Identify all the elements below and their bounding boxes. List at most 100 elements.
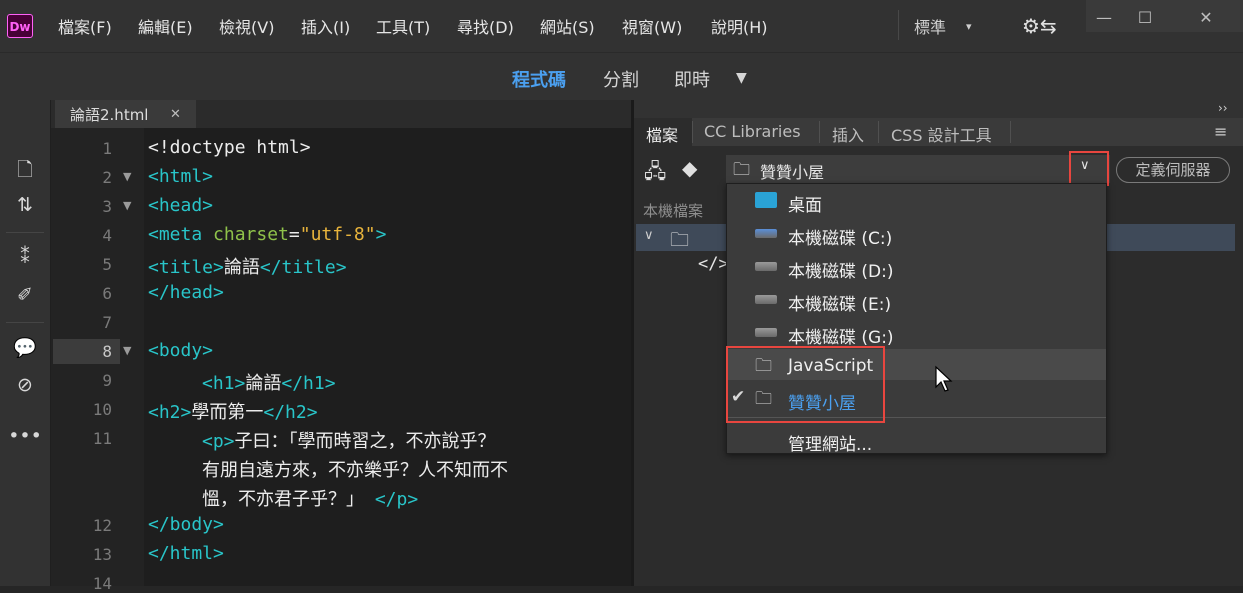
minimize-icon[interactable]: — bbox=[1090, 8, 1118, 28]
code-text: 論語 bbox=[223, 257, 260, 278]
code-string: "utf-8" bbox=[299, 224, 376, 245]
code-line: 慍，不亦君子乎？」 </p> bbox=[202, 485, 418, 511]
menu-file[interactable]: 檔案(F) bbox=[58, 14, 112, 38]
code-tag: </title> bbox=[259, 257, 347, 278]
dropdown-item-drive-g[interactable]: 本機磁碟 (G:) bbox=[788, 323, 894, 348]
dropdown-item-drive-d[interactable]: 本機磁碟 (D:) bbox=[788, 257, 894, 282]
folder-icon: 🗀 bbox=[733, 160, 750, 180]
fold-arrow-icon[interactable]: ▼ bbox=[123, 344, 131, 357]
line-number: 7 bbox=[102, 313, 112, 332]
tab-divider bbox=[878, 121, 879, 143]
local-files-header[interactable]: 本機檔案 bbox=[643, 200, 703, 221]
manage-sites-item[interactable]: 管理網站... bbox=[788, 430, 872, 455]
menu-site[interactable]: 網站(S) bbox=[540, 14, 595, 38]
code-line: <!doctype html> bbox=[148, 137, 311, 158]
line-number: 4 bbox=[102, 226, 112, 245]
menu-find[interactable]: 尋找(D) bbox=[457, 14, 514, 38]
code-text: 慍，不亦君子乎？」 bbox=[202, 489, 364, 510]
panel-menu-icon[interactable]: ≡ bbox=[1214, 122, 1227, 141]
code-text: 學而第一 bbox=[191, 402, 264, 423]
caret-down-icon[interactable]: ▾ bbox=[966, 20, 972, 33]
code-tag: <title> bbox=[148, 257, 224, 278]
remove-comment-icon[interactable]: ⊘ bbox=[0, 374, 50, 396]
code-text: 子曰：「學而時習之，不亦說乎？ bbox=[234, 431, 496, 452]
line-number: 12 bbox=[92, 516, 112, 535]
line-number: 2 bbox=[102, 168, 112, 187]
server-icon[interactable]: 🖧 bbox=[644, 157, 666, 191]
tab-divider bbox=[1010, 121, 1011, 143]
code-line: <head> bbox=[148, 195, 214, 216]
more-icon[interactable]: ••• bbox=[0, 425, 50, 447]
panel-header bbox=[634, 100, 1243, 118]
code-attribute: charset bbox=[213, 224, 289, 245]
code-line: 有朋自遠方來，不亦樂乎？人不知而不 bbox=[202, 460, 508, 481]
menu-window[interactable]: 視窗(W) bbox=[622, 14, 682, 38]
sort-icon[interactable]: ⇅ bbox=[0, 194, 50, 216]
tab-divider bbox=[819, 121, 820, 143]
tab-cc-libraries[interactable]: CC Libraries bbox=[704, 122, 801, 141]
code-tag: > bbox=[375, 224, 387, 245]
tab-divider bbox=[692, 121, 693, 143]
dreamweaver-logo: Dw bbox=[7, 14, 33, 38]
drive-icon bbox=[755, 295, 777, 304]
mouse-cursor-icon bbox=[935, 365, 953, 392]
tab-insert[interactable]: 插入 bbox=[832, 122, 864, 146]
toolbar-divider bbox=[6, 322, 44, 323]
menu-edit[interactable]: 編輯(E) bbox=[138, 14, 193, 38]
menu-tools[interactable]: 工具(T) bbox=[376, 14, 430, 38]
line-number: 10 bbox=[92, 400, 112, 419]
code-line: </html> bbox=[148, 543, 224, 564]
code-line: <title>論語</title> bbox=[148, 253, 347, 279]
code-line: <html> bbox=[148, 166, 214, 187]
view-live-button[interactable]: 即時 bbox=[674, 66, 710, 92]
view-split-button[interactable]: 分割 bbox=[603, 66, 639, 92]
code-tag: <p> bbox=[202, 431, 235, 452]
line-number: 11 bbox=[92, 429, 112, 448]
new-file-icon[interactable]: 🗋 bbox=[0, 156, 50, 188]
code-equals: = bbox=[288, 224, 300, 245]
collapse-panel-icon[interactable]: ›› bbox=[1218, 101, 1228, 115]
define-server-button[interactable]: 定義伺服器 bbox=[1116, 157, 1230, 183]
tab-close-icon[interactable]: ✕ bbox=[170, 107, 181, 122]
code-tag: <meta bbox=[148, 224, 214, 245]
menu-help[interactable]: 說明(H) bbox=[711, 14, 768, 38]
fold-arrow-icon[interactable]: ▼ bbox=[123, 199, 131, 212]
code-tag: <h2> bbox=[148, 402, 192, 423]
code-tag: </h2> bbox=[263, 402, 318, 423]
code-tag: <h1> bbox=[202, 373, 246, 394]
dropdown-item-drive-c[interactable]: 本機磁碟 (C:) bbox=[788, 224, 892, 249]
comment-icon[interactable]: 💬 bbox=[0, 336, 50, 359]
expand-icon[interactable]: ⁑ bbox=[0, 246, 50, 268]
sync-settings-icon[interactable]: ⚙⇆ bbox=[1022, 14, 1057, 38]
dropdown-item-desktop[interactable]: 桌面 bbox=[788, 191, 822, 216]
tab-css-designer[interactable]: CSS 設計工具 bbox=[891, 122, 992, 146]
maximize-icon[interactable]: ☐ bbox=[1131, 8, 1159, 28]
code-line: <h1>論語</h1> bbox=[202, 369, 336, 395]
fold-arrow-icon[interactable]: ▼ bbox=[123, 170, 131, 183]
code-line: <body> bbox=[148, 340, 214, 361]
git-icon[interactable]: ◆ bbox=[682, 156, 697, 180]
site-select-value: 贊贊小屋 bbox=[760, 163, 825, 182]
folder-icon: 🗀 bbox=[670, 229, 690, 251]
chevron-down-icon: ∨ bbox=[1080, 158, 1090, 173]
desktop-icon bbox=[755, 192, 777, 208]
close-icon[interactable]: ✕ bbox=[1192, 8, 1220, 28]
system-drive-icon bbox=[755, 229, 777, 238]
format-icon[interactable]: ✐ bbox=[0, 284, 50, 306]
menu-insert[interactable]: 插入(I) bbox=[301, 14, 350, 38]
line-number: 8 bbox=[102, 342, 112, 361]
tab-files[interactable]: 檔案 bbox=[646, 122, 678, 146]
workspace-switcher[interactable]: 標準 bbox=[914, 14, 946, 38]
view-code-button[interactable]: 程式碼 bbox=[512, 66, 566, 92]
code-tag: </h1> bbox=[281, 373, 336, 394]
view-caret-down-icon[interactable]: ▼ bbox=[736, 70, 747, 86]
code-line: <h2>學而第一</h2> bbox=[148, 398, 318, 424]
menu-view[interactable]: 檢視(V) bbox=[219, 14, 274, 38]
code-line: </body> bbox=[148, 514, 224, 535]
chevron-down-icon[interactable]: ∨ bbox=[644, 228, 654, 243]
dropdown-item-drive-e[interactable]: 本機磁碟 (E:) bbox=[788, 290, 891, 315]
code-line: <p>子曰：「學而時習之，不亦說乎？ bbox=[202, 427, 496, 453]
code-file-icon[interactable]: </> bbox=[698, 254, 729, 274]
code-line: <meta charset="utf-8"> bbox=[148, 224, 386, 245]
code-text: 論語 bbox=[245, 373, 282, 394]
